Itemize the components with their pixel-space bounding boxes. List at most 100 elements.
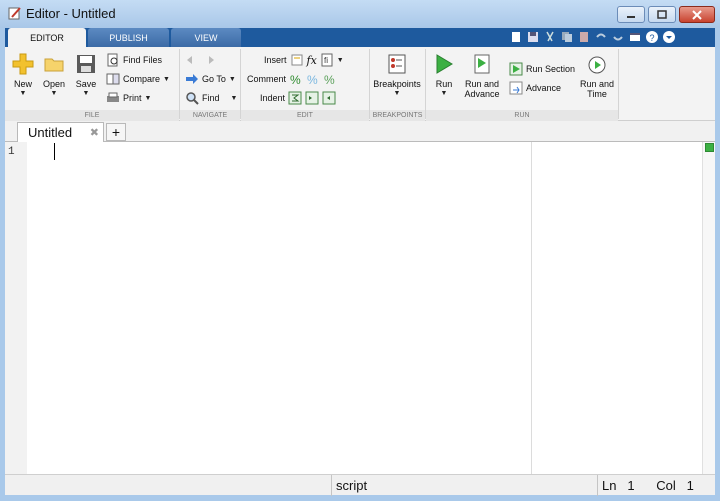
- tab-view[interactable]: VIEW: [171, 28, 241, 47]
- compare-button[interactable]: Compare ▼: [106, 72, 170, 86]
- help-icon[interactable]: ?: [645, 30, 659, 44]
- run-play-icon: [436, 54, 453, 74]
- minimize-button[interactable]: [617, 6, 645, 23]
- new-plus-icon: [12, 53, 34, 75]
- open-button[interactable]: Open ▼: [40, 53, 68, 98]
- divider: [240, 49, 241, 119]
- new-button[interactable]: New ▼: [10, 53, 36, 98]
- chevron-down-icon: ▼: [230, 94, 238, 102]
- indent-button[interactable]: Indent: [260, 91, 336, 105]
- doc-tab-untitled[interactable]: Untitled ✖: [17, 122, 104, 142]
- options-icon[interactable]: [662, 30, 676, 44]
- run-button[interactable]: Run ▼: [432, 53, 456, 98]
- text-caret: [54, 143, 55, 160]
- window-icon[interactable]: [628, 30, 642, 44]
- go-to-arrow-icon: [186, 74, 198, 84]
- breakpoints-icon: [388, 54, 406, 74]
- editor-toolstrip: New ▼ Open ▼ Save ▼ Find Files Compare ▼ Pri…: [5, 47, 715, 121]
- close-button[interactable]: [679, 6, 715, 23]
- smart-indent-icon: [288, 91, 302, 105]
- printer-icon: [107, 92, 119, 102]
- divider: [618, 49, 619, 119]
- chevron-down-icon[interactable]: ▼: [337, 56, 344, 65]
- find-files-button[interactable]: Find Files: [106, 53, 162, 67]
- file-group-label: FILE: [5, 110, 179, 121]
- magnifier-icon: [186, 92, 199, 105]
- window-title: Editor - Untitled: [26, 6, 116, 21]
- cut-icon[interactable]: [543, 30, 557, 44]
- right-margin-line: [531, 142, 532, 474]
- breakpoints-group-label: BREAKPOINTS: [370, 110, 425, 121]
- advance-icon: [509, 81, 523, 95]
- svg-text:fi: fi: [324, 56, 328, 65]
- svg-text:?: ?: [650, 33, 655, 43]
- breakpoints-button[interactable]: Breakpoints ▼: [371, 53, 423, 98]
- back-icon: [187, 56, 192, 64]
- divider: [179, 49, 180, 119]
- chevron-down-icon: ▼: [228, 75, 236, 83]
- close-icon: [692, 9, 702, 20]
- insert-section-icon[interactable]: fi: [320, 53, 334, 67]
- save-icon[interactable]: [526, 30, 540, 44]
- run-section-icon: [509, 62, 523, 76]
- copy-icon[interactable]: [560, 30, 574, 44]
- edit-group-label: EDIT: [241, 110, 369, 121]
- comment-percent-icon: %: [290, 73, 301, 86]
- close-tab-icon[interactable]: ✖: [90, 126, 99, 139]
- insert-button[interactable]: Insert fx fi ▼: [264, 53, 344, 67]
- comment-button[interactable]: Comment % % %: [247, 72, 337, 86]
- chevron-down-icon: ▼: [163, 75, 170, 83]
- run-and-advance-button[interactable]: Run and Advance: [462, 53, 502, 99]
- code-editor[interactable]: 1: [5, 142, 715, 474]
- undo-icon[interactable]: [594, 30, 608, 44]
- new-icon[interactable]: [509, 30, 523, 44]
- divider: [369, 49, 370, 119]
- svg-text:%: %: [324, 73, 335, 86]
- uncomment-icon[interactable]: %: [306, 72, 320, 86]
- editor-pencil-icon: [8, 7, 21, 20]
- save-button[interactable]: Save ▼: [72, 53, 100, 98]
- paste-icon[interactable]: [577, 30, 591, 44]
- svg-text:%: %: [307, 73, 318, 86]
- go-to-button[interactable]: Go To ▼: [185, 72, 236, 86]
- quick-access-toolbar: ?: [509, 30, 676, 45]
- find-files-icon: [107, 53, 118, 67]
- folder-icon: [44, 58, 64, 72]
- compare-icon: [106, 73, 120, 85]
- doc-tab-label: Untitled: [28, 125, 73, 140]
- maximize-icon: [657, 10, 667, 19]
- insert-function-button[interactable]: fx: [307, 54, 317, 67]
- maximize-button[interactable]: [648, 6, 676, 23]
- divider: [425, 49, 426, 119]
- chevron-down-icon: ▼: [82, 90, 90, 97]
- run-and-time-button[interactable]: Run and Time: [577, 53, 617, 99]
- tab-editor[interactable]: EDITOR: [8, 28, 86, 47]
- chevron-down-icon: ▼: [393, 90, 401, 97]
- title-bar: Editor - Untitled: [0, 0, 720, 28]
- line-number-gutter: 1: [5, 142, 27, 474]
- find-button[interactable]: Find ▼: [185, 91, 237, 105]
- code-analyzer-bar[interactable]: [702, 142, 715, 474]
- advance-button[interactable]: Advance: [509, 81, 561, 95]
- status-bar: script Ln 1 Col 1: [5, 474, 715, 496]
- forward-icon: [209, 56, 214, 64]
- status-mode: script: [331, 475, 597, 496]
- redo-icon[interactable]: [611, 30, 625, 44]
- chevron-down-icon: ▼: [19, 90, 27, 97]
- run-group-label: RUN: [426, 110, 618, 121]
- line-number: 1: [8, 146, 15, 158]
- ribbon-tab-strip: EDITOR PUBLISH VIEW ?: [5, 28, 715, 47]
- nav-back-forward: [185, 53, 216, 67]
- decrease-indent-icon[interactable]: [322, 91, 336, 105]
- run-section-button[interactable]: Run Section: [509, 62, 575, 76]
- add-tab-button[interactable]: +: [106, 123, 126, 141]
- svg-text:%: %: [290, 73, 301, 86]
- print-button[interactable]: Print ▼: [106, 91, 151, 105]
- code-analyzer-ok-icon[interactable]: [705, 143, 714, 152]
- tab-publish[interactable]: PUBLISH: [88, 28, 169, 47]
- wrap-comment-icon[interactable]: %: [323, 72, 337, 86]
- navigate-group-label: NAVIGATE: [180, 110, 240, 121]
- insert-icon: [291, 54, 303, 66]
- minimize-icon: [627, 15, 635, 18]
- increase-indent-icon[interactable]: [305, 91, 319, 105]
